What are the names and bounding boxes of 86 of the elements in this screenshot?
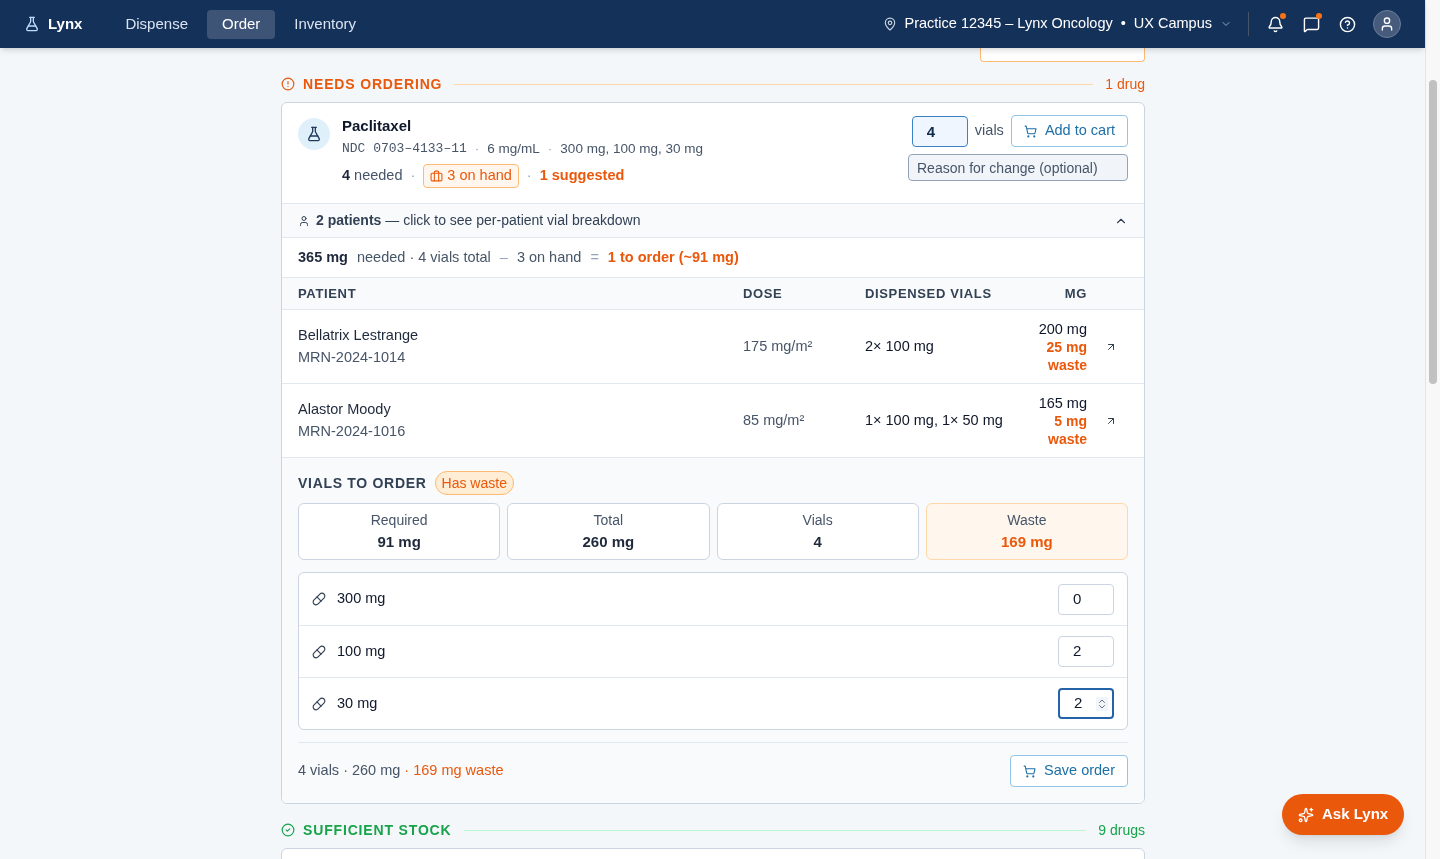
- vial-size-label: 300 mg: [337, 589, 386, 609]
- quantity-unit: vials: [974, 121, 1004, 141]
- stat-label: Vials: [802, 510, 833, 530]
- spinner-arrows-icon[interactable]: [1096, 696, 1108, 711]
- stat-value: 260 mg: [582, 531, 635, 552]
- mg-cell: 200 mg: [1038, 319, 1087, 338]
- stat-label: Total: [593, 510, 624, 530]
- equals-sign: =: [590, 247, 599, 267]
- nav-tab[interactable]: Order: [207, 9, 276, 39]
- messages-button[interactable]: [1301, 14, 1321, 34]
- waste-badge: Has waste: [434, 471, 514, 495]
- stat-value: 4: [813, 531, 822, 552]
- on-hand-badge: 3 on hand: [423, 164, 519, 189]
- separator-dot: ·: [547, 140, 553, 158]
- section-count: 1 drug: [1105, 74, 1145, 94]
- person-icon: [298, 214, 310, 227]
- vial-size-label: 30 mg: [337, 693, 378, 713]
- stat-label: Waste: [1007, 510, 1047, 530]
- ndc-code: NDC 0703–4133–11: [342, 140, 467, 159]
- bag-icon: [430, 169, 444, 183]
- cart-icon: [1023, 764, 1037, 778]
- location-selector[interactable]: Practice 12345 – Lynx Oncology • UX Campus: [882, 13, 1232, 35]
- check-circle-icon: [281, 823, 295, 837]
- dose-cell: 85 mg/m²: [743, 411, 805, 428]
- waste-amount: 25 mg waste: [1045, 337, 1087, 374]
- brand-name: Lynx: [48, 13, 83, 34]
- nav-tab[interactable]: Dispense: [110, 9, 203, 39]
- profile-avatar[interactable]: [1373, 10, 1401, 38]
- to-order-summary: 1 to order (~91 mg): [607, 247, 739, 267]
- patient-name: Alastor Moody: [298, 399, 392, 419]
- column-header: DISPENSED VIALS: [865, 284, 993, 303]
- patient-breakdown-toggle[interactable]: 2 patients — click to see per-patient vial breakdown: [282, 203, 1144, 238]
- reason-field[interactable]: Reason for change (optional): [908, 154, 1128, 181]
- minus-sign: –: [499, 247, 508, 267]
- waste-amount: 5 mg waste: [1047, 411, 1087, 448]
- separator-dot: ·: [410, 166, 416, 186]
- on-hand-summary: 3 on hand: [516, 247, 582, 267]
- stat-value: 91 mg: [377, 531, 421, 552]
- patient-name: Bellatrix Lestrange: [298, 325, 420, 345]
- panel-title: VIALS TO ORDER: [298, 473, 427, 493]
- nav-tab[interactable]: Inventory: [279, 9, 372, 39]
- dispensed-vials-cell: 1× 100 mg, 1× 50 mg: [865, 411, 1003, 428]
- mg-cell: 165 mg: [1038, 393, 1087, 412]
- section-title: SUFFICIENT STOCK: [303, 820, 452, 840]
- quantity-field[interactable]: 4: [911, 115, 968, 147]
- column-header: DOSE: [743, 284, 784, 303]
- column-header: MG: [1064, 284, 1087, 303]
- pill-icon: [312, 592, 326, 606]
- stat-label: Required: [370, 510, 428, 530]
- needed-summary: needed · 4 vials total: [357, 247, 491, 267]
- scrollbar[interactable]: [1425, 0, 1440, 859]
- help-button[interactable]: [1337, 14, 1357, 34]
- vial-count-field[interactable]: 2: [1058, 688, 1114, 719]
- concentration: 6 mg/mL: [487, 140, 540, 158]
- stat-value: 169 mg: [1001, 531, 1053, 552]
- map-pin-icon: [882, 17, 897, 31]
- drug-name: Paclitaxel: [342, 116, 413, 136]
- pill-icon: [312, 644, 326, 659]
- vial-sizes: 300 mg, 100 mg, 30 mg: [560, 140, 703, 158]
- section-title: NEEDS ORDERING: [303, 74, 443, 94]
- dispensed-vials-cell: 2× 100 mg: [865, 337, 934, 354]
- section-count: 9 drugs: [1098, 820, 1145, 840]
- cart-icon: [1023, 124, 1037, 138]
- ask-lynx-button[interactable]: Ask Lynx: [1282, 794, 1405, 835]
- sparkles-icon: [1298, 806, 1314, 823]
- notifications-button[interactable]: [1265, 14, 1285, 34]
- column-header: PATIENT: [298, 284, 358, 303]
- separator-dot: ·: [526, 166, 532, 186]
- flask-icon: [24, 16, 40, 32]
- needed-count: 4 needed: [342, 166, 403, 186]
- separator-dot: ·: [474, 140, 480, 158]
- dose-cell: 175 mg/m²: [743, 337, 813, 354]
- order-waste: · 169 mg waste: [404, 761, 504, 781]
- vial-size-label: 100 mg: [337, 641, 386, 661]
- suggested-count: 1 suggested: [539, 166, 625, 186]
- total-needed: 365 mg: [298, 247, 348, 267]
- alert-icon: [281, 77, 295, 91]
- vial-count-field[interactable]: 0: [1058, 583, 1114, 615]
- save-order-button[interactable]: Save order: [1010, 755, 1128, 787]
- patient-mrn: MRN-2024-1016: [298, 421, 407, 441]
- patient-mrn: MRN-2024-1014: [298, 347, 407, 367]
- vial-count-field[interactable]: 2: [1058, 636, 1114, 667]
- order-summary: 4 vials · 260 mg: [298, 761, 401, 781]
- add-to-cart-button[interactable]: Add to cart: [1010, 115, 1128, 147]
- pill-icon: [312, 696, 326, 711]
- flask-icon: [298, 118, 330, 150]
